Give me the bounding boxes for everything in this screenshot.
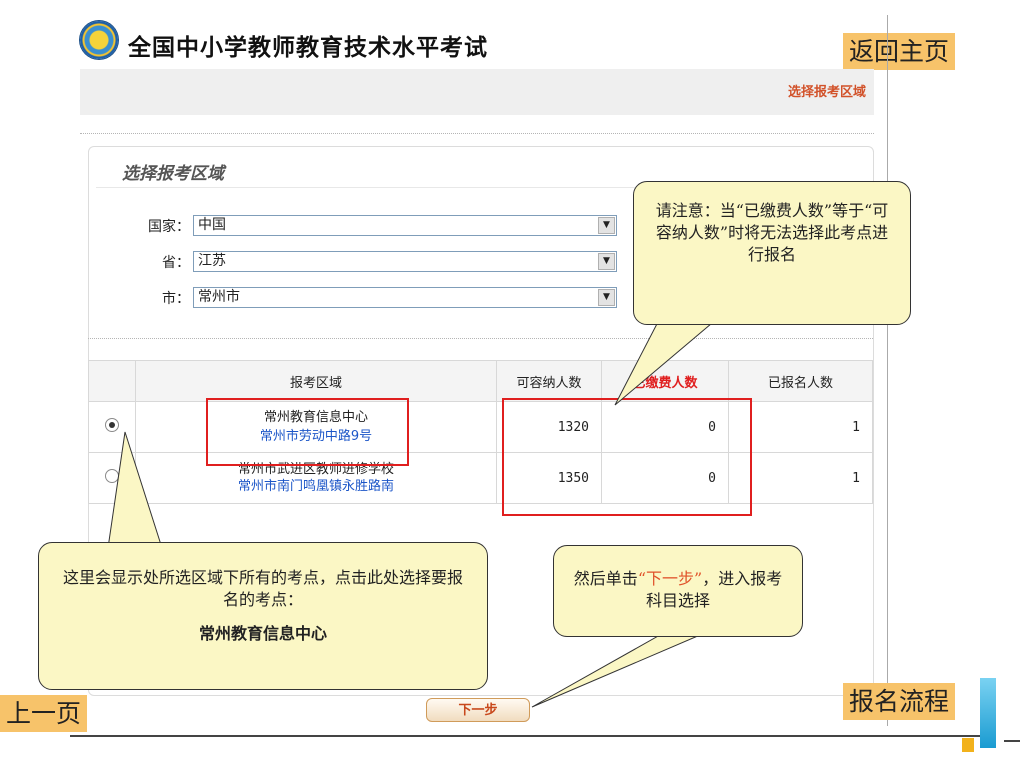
notice-pointer (614, 317, 720, 406)
footer-rule (70, 735, 985, 737)
next-hint-prefix: 然后单击 (573, 569, 638, 588)
decor-line (1004, 740, 1020, 742)
next-hint-highlight: “下一步” (637, 569, 703, 588)
prev-page-link[interactable]: 上一页 (0, 695, 88, 732)
process-link[interactable]: 报名流程 (843, 683, 956, 720)
next-hint-callout: 然后单击“下一步”，进入报考科目选择 (553, 545, 803, 637)
decor-bar-orange (962, 738, 974, 752)
select-hint-bold: 常州教育信息中心 (198, 624, 327, 643)
next-step-button[interactable]: 下一步 (426, 698, 530, 722)
select-hint-callout: 这里会显示处所选区域下所有的考点，点击此处选择要报名的考点： 常州教育信息中心 (38, 542, 488, 690)
notice-callout: 请注意：当“已缴费人数”等于“可容纳人数”时将无法选择此考点进行报名 (633, 181, 911, 325)
select-hint-text: 这里会显示处所选区域下所有的考点，点击此处选择要报名的考点： (62, 568, 463, 609)
next-hint-pointer (531, 634, 701, 708)
decor-bar-blue (980, 678, 996, 748)
select-hint-pointer (107, 431, 163, 549)
notice-text: 请注意：当“已缴费人数”等于“可容纳人数”时将无法选择此考点进行报名 (655, 201, 889, 264)
